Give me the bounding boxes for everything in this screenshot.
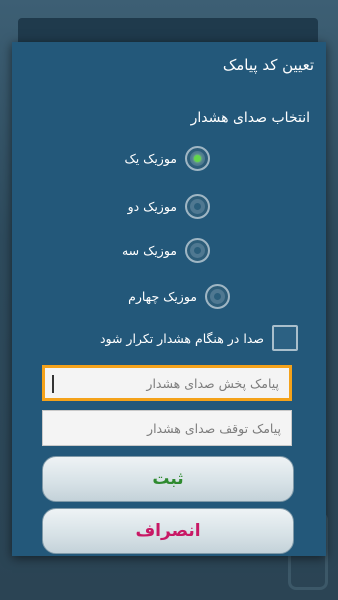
radio-button-checked-icon[interactable]: [185, 146, 210, 171]
play-alarm-sms-input[interactable]: پیامک پخش صدای هشدار: [42, 365, 292, 401]
radio-label: موزیک سه: [121, 243, 177, 258]
stop-alarm-sms-input[interactable]: پیامک توقف صدای هشدار: [42, 410, 292, 446]
radio-option-music-1[interactable]: موزیک یک: [124, 146, 210, 171]
play-alarm-sms-placeholder: پیامک پخش صدای هشدار: [146, 375, 279, 391]
radio-label: موزیک دو: [127, 199, 177, 214]
radio-label: موزیک چهارم: [128, 289, 197, 304]
repeat-alarm-label: صدا در هنگام هشدار تکرار شود: [99, 330, 264, 346]
stop-alarm-sms-placeholder: پیامک توقف صدای هشدار: [147, 420, 281, 436]
cancel-button[interactable]: انصراف: [42, 508, 294, 554]
radio-option-music-4[interactable]: موزیک چهارم: [128, 284, 230, 309]
radio-label: موزیک یک: [124, 151, 178, 166]
radio-option-music-2[interactable]: موزیک دو: [128, 194, 210, 219]
repeat-alarm-checkbox[interactable]: [272, 325, 298, 351]
alarm-sound-section-label: انتخاب صدای هشدار: [190, 110, 310, 126]
radio-button-icon[interactable]: [185, 194, 210, 219]
radio-button-icon[interactable]: [185, 238, 210, 263]
text-cursor: [52, 375, 54, 393]
radio-option-music-3[interactable]: موزیک سه: [122, 238, 210, 263]
dialog-title: تعیین کد پیامک: [222, 56, 314, 74]
repeat-alarm-option[interactable]: صدا در هنگام هشدار تکرار شود: [100, 325, 298, 351]
sms-code-dialog: تعیین کد پیامک انتخاب صدای هشدار موزیک ی…: [12, 42, 326, 556]
save-button[interactable]: ثبت: [42, 456, 294, 502]
radio-button-icon[interactable]: [205, 284, 230, 309]
